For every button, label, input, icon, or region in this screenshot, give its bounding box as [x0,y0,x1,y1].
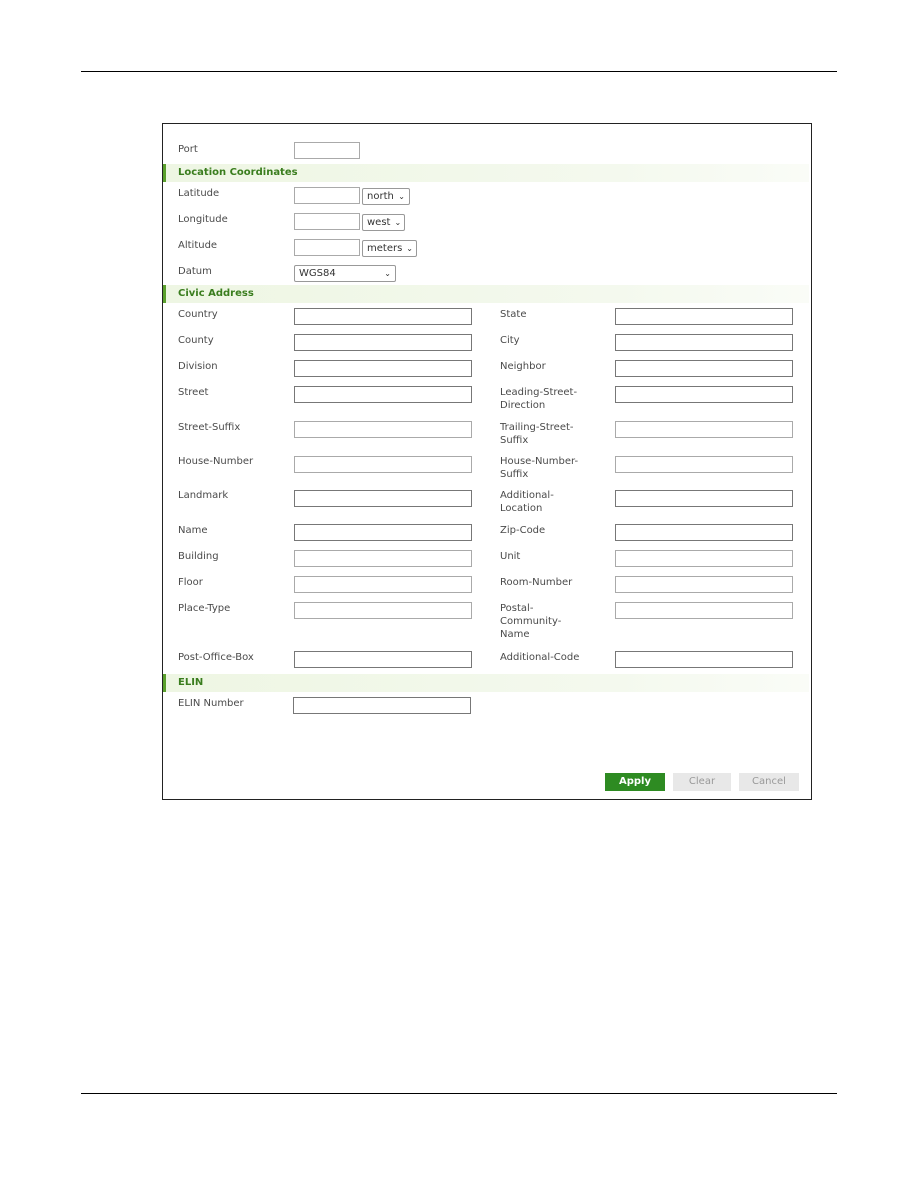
section-elin: ELIN [163,674,809,692]
chevron-down-icon: ⌄ [394,218,402,227]
selected-value: west [367,217,391,228]
room-number-input[interactable] [615,576,793,593]
postal-community-name-label: Postal-Community-Name [500,603,562,640]
landmark-input[interactable] [294,490,472,507]
datum-label: Datum [178,266,212,277]
section-accent-bar [163,674,166,692]
post-office-box-input[interactable] [294,651,472,668]
house-number-suffix-label: House-Number-Suffix [500,456,579,480]
altitude-label: Altitude [178,240,218,251]
clear-button[interactable]: Clear [673,773,731,791]
altitude-input[interactable] [294,239,360,256]
country-input[interactable] [294,308,472,325]
county-input[interactable] [294,334,472,351]
latitude-direction-select[interactable]: north ⌄ [362,188,410,205]
unit-input[interactable] [615,550,793,567]
state-label: State [500,309,527,320]
elin-number-input[interactable] [293,697,471,714]
city-input[interactable] [615,334,793,351]
place-type-label: Place-Type [178,603,231,614]
post-office-box-label: Post-Office-Box [178,652,254,663]
section-title: ELIN [178,677,204,688]
floor-label: Floor [178,577,203,588]
section-title: Location Coordinates [178,167,298,178]
latitude-label: Latitude [178,188,220,199]
leading-street-direction-label: Leading-Street-Direction [500,387,578,411]
trailing-street-suffix-label: Trailing-Street-Suffix [500,422,574,446]
building-input[interactable] [294,550,472,567]
section-title: Civic Address [178,288,254,299]
header-rule [81,71,837,72]
selected-value: meters [367,243,403,254]
section-location-coordinates: Location Coordinates [163,164,809,182]
division-label: Division [178,361,218,372]
section-accent-bar [163,164,166,182]
place-type-input[interactable] [294,602,472,619]
postal-community-name-input[interactable] [615,602,793,619]
section-civic-address: Civic Address [163,285,809,303]
port-label: Port [178,144,198,155]
unit-label: Unit [500,551,521,562]
additional-code-label: Additional-Code [500,652,580,663]
footer-rule [81,1093,837,1094]
selected-value: north [367,191,394,202]
county-label: County [178,335,214,346]
landmark-label: Landmark [178,490,229,501]
street-label: Street [178,387,209,398]
leading-street-direction-input[interactable] [615,386,793,403]
longitude-direction-select[interactable]: west ⌄ [362,214,405,231]
division-input[interactable] [294,360,472,377]
floor-input[interactable] [294,576,472,593]
state-input[interactable] [615,308,793,325]
chevron-down-icon: ⌄ [384,269,391,278]
chevron-down-icon: ⌄ [406,244,413,253]
lldp-med-location-form: Port Location Coordinates Latitude north… [162,123,812,800]
country-label: Country [178,309,218,320]
name-label: Name [178,525,208,536]
building-label: Building [178,551,219,562]
latitude-input[interactable] [294,187,360,204]
house-number-input[interactable] [294,456,472,473]
city-label: City [500,335,520,346]
street-input[interactable] [294,386,472,403]
name-input[interactable] [294,524,472,541]
selected-value: WGS84 [299,268,336,279]
additional-location-input[interactable] [615,490,793,507]
additional-code-input[interactable] [615,651,793,668]
street-suffix-input[interactable] [294,421,472,438]
longitude-input[interactable] [294,213,360,230]
house-number-label: House-Number [178,456,254,467]
zip-code-input[interactable] [615,524,793,541]
trailing-street-suffix-input[interactable] [615,421,793,438]
apply-button[interactable]: Apply [605,773,665,791]
cancel-button[interactable]: Cancel [739,773,799,791]
altitude-unit-select[interactable]: meters ⌄ [362,240,417,257]
datum-select[interactable]: WGS84 ⌄ [294,265,396,282]
elin-number-label: ELIN Number [178,698,244,709]
chevron-down-icon: ⌄ [398,192,405,201]
port-input[interactable] [294,142,360,159]
neighbor-label: Neighbor [500,361,546,372]
section-accent-bar [163,285,166,303]
longitude-label: Longitude [178,214,228,225]
zip-code-label: Zip-Code [500,525,546,536]
neighbor-input[interactable] [615,360,793,377]
house-number-suffix-input[interactable] [615,456,793,473]
additional-location-label: Additional-Location [500,490,554,514]
street-suffix-label: Street-Suffix [178,422,241,433]
room-number-label: Room-Number [500,577,573,588]
